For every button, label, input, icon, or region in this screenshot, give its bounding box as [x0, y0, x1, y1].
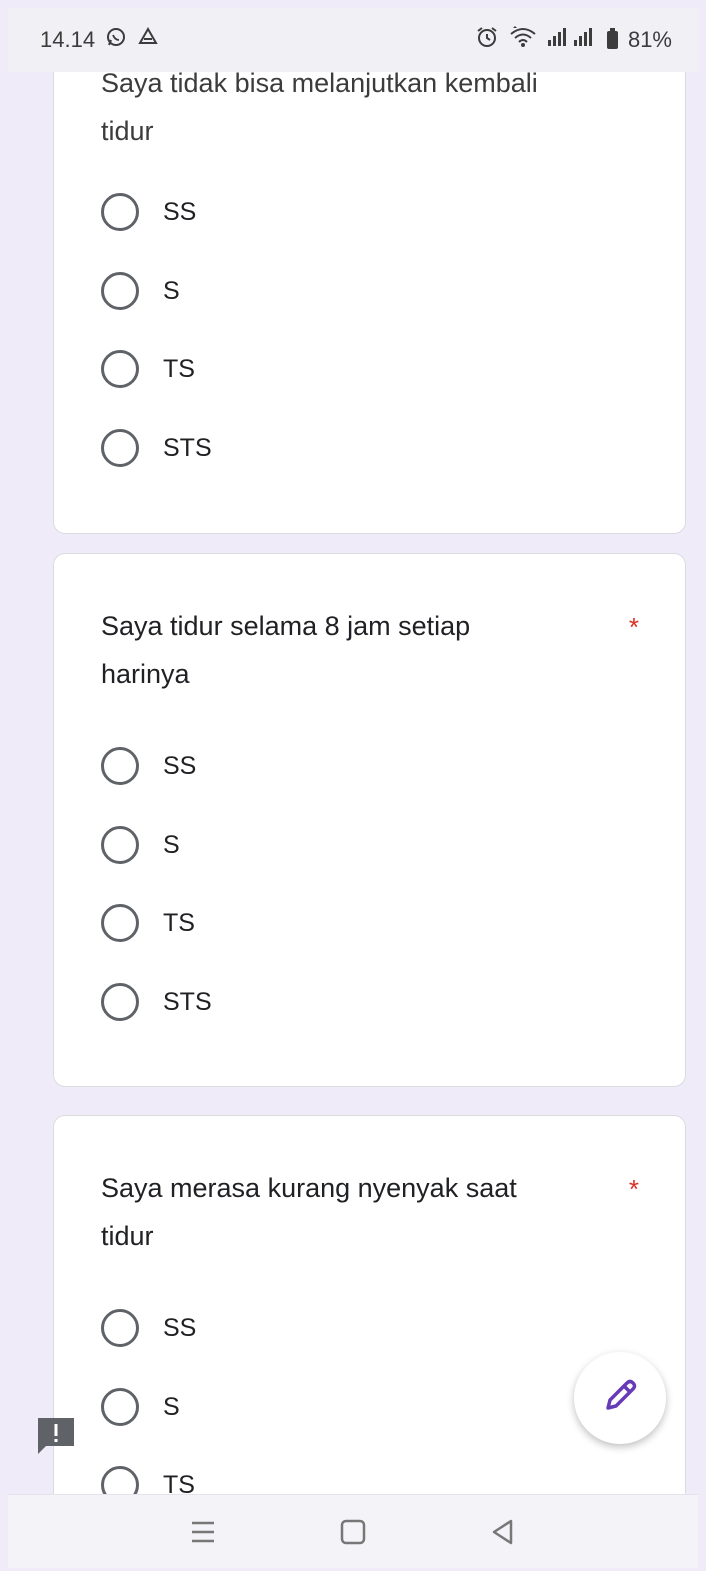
report-problem-icon[interactable]: [36, 1416, 76, 1456]
question-title-2: Saya tidur selama 8 jam setiap harinya: [101, 602, 581, 698]
status-bar: 14.14 81%: [8, 8, 698, 72]
radio-circle[interactable]: [101, 193, 139, 231]
option-label: S: [163, 276, 180, 305]
question-title-2-line1: Saya tidur selama 8 jam setiap: [101, 611, 471, 641]
required-asterisk: *: [628, 1174, 639, 1204]
drive-icon: [137, 26, 159, 54]
radio-circle[interactable]: [101, 272, 139, 310]
radio-option-s[interactable]: S: [101, 823, 180, 867]
battery-level: 81%: [627, 27, 672, 52]
edit-fab-button[interactable]: [574, 1352, 666, 1444]
back-triangle-icon: [492, 1519, 513, 1544]
option-label: STS: [163, 987, 212, 1016]
home-button[interactable]: [333, 1512, 373, 1552]
status-time: 14.14: [40, 27, 96, 52]
option-label: TS: [163, 908, 195, 937]
radio-option-ts[interactable]: TS: [101, 901, 195, 945]
recent-apps-button[interactable]: [183, 1512, 223, 1552]
option-label: STS: [163, 433, 212, 462]
question-card-1: Saya tidak bisa melanjutkan kembali tidu…: [53, 28, 686, 534]
required-asterisk: *: [628, 612, 639, 642]
status-bar-left: 14.14: [40, 26, 159, 54]
menu-lines-icon: [192, 1521, 214, 1542]
question-title-1-line2: tidur: [101, 116, 154, 146]
radio-option-sts[interactable]: STS: [101, 426, 212, 470]
wifi-icon: [509, 26, 537, 54]
back-button[interactable]: [483, 1512, 523, 1552]
question-title-2-line2: harinya: [101, 659, 190, 689]
option-label: SS: [163, 751, 197, 780]
radio-circle[interactable]: [101, 1309, 139, 1347]
form-page: Saya tidak bisa melanjutkan kembali tidu…: [8, 8, 698, 1568]
question-title-3: Saya merasa kurang nyenyak saat tidur: [101, 1164, 581, 1260]
alarm-icon: [475, 25, 499, 55]
radio-circle[interactable]: [101, 904, 139, 942]
radio-circle[interactable]: [101, 1388, 139, 1426]
question-card-2: Saya tidur selama 8 jam setiap harinya *…: [53, 553, 686, 1087]
radio-option-ts[interactable]: TS: [101, 347, 195, 391]
option-label: TS: [163, 354, 195, 383]
battery-icon: [606, 28, 618, 49]
radio-option-ss[interactable]: SS: [101, 744, 196, 788]
option-label: SS: [163, 1313, 197, 1342]
whatsapp-icon: [105, 26, 127, 54]
question-title-3-line1: Saya merasa kurang nyenyak saat: [101, 1173, 517, 1203]
signal-icon: [547, 27, 597, 53]
question-title-3-line2: tidur: [101, 1221, 154, 1251]
radio-circle[interactable]: [101, 747, 139, 785]
pencil-icon: [600, 1376, 640, 1421]
radio-option-ss[interactable]: SS: [101, 190, 196, 234]
radio-option-ss[interactable]: SS: [101, 1306, 196, 1350]
option-label: SS: [163, 197, 197, 226]
square-home-icon: [340, 1519, 366, 1544]
option-label: S: [163, 1392, 180, 1421]
radio-option-s[interactable]: S: [101, 1385, 180, 1429]
radio-option-s[interactable]: S: [101, 269, 180, 313]
radio-option-sts[interactable]: STS: [101, 980, 212, 1024]
radio-circle[interactable]: [101, 983, 139, 1021]
system-navigation-bar: [8, 1494, 698, 1568]
option-label: S: [163, 830, 180, 859]
status-bar-right: 81%: [475, 25, 672, 55]
question-title-1: Saya tidak bisa melanjutkan kembali tidu…: [101, 59, 581, 155]
radio-circle[interactable]: [101, 350, 139, 388]
radio-circle[interactable]: [101, 429, 139, 467]
radio-circle[interactable]: [101, 826, 139, 864]
